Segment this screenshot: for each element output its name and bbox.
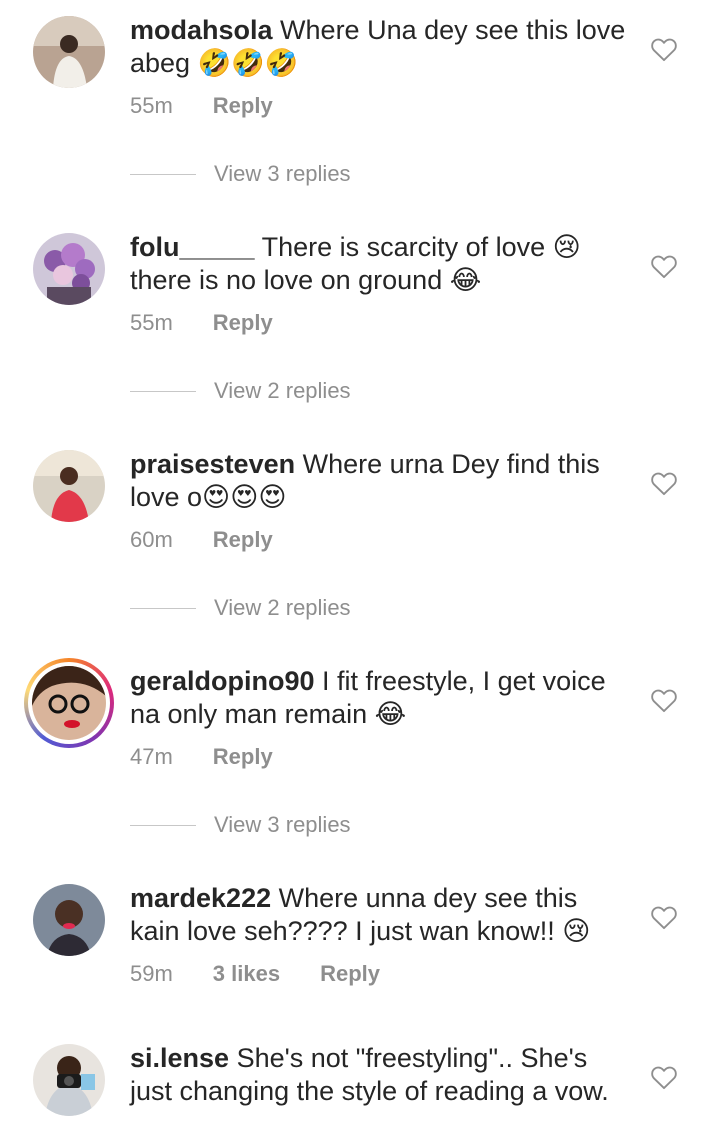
view-replies-label: View 3 replies <box>214 812 351 837</box>
reply-button[interactable]: Reply <box>213 93 273 119</box>
comment-time: 59m <box>130 961 173 986</box>
view-replies-button[interactable]: View 3 replies <box>130 161 351 187</box>
heart-outline-icon[interactable] <box>650 904 678 930</box>
view-replies-button[interactable]: View 2 replies <box>130 595 351 621</box>
view-replies-button[interactable]: View 3 replies <box>130 812 351 838</box>
comment-username[interactable]: mardek222 <box>130 883 271 913</box>
heart-outline-icon[interactable] <box>650 470 678 496</box>
comment-username[interactable]: praisesteven <box>130 449 295 479</box>
reply-button[interactable]: Reply <box>213 744 273 770</box>
divider <box>130 390 196 392</box>
avatar[interactable] <box>33 16 105 88</box>
divider <box>130 607 196 609</box>
divider <box>130 173 196 175</box>
heart-outline-icon[interactable] <box>650 687 678 713</box>
view-replies-label: View 2 replies <box>214 595 351 620</box>
comment-username[interactable]: modahsola <box>130 15 273 45</box>
story-ring-avatar[interactable] <box>24 658 114 748</box>
avatar[interactable] <box>33 884 105 956</box>
comment-username[interactable]: si.lense <box>130 1043 229 1073</box>
heart-outline-icon[interactable] <box>650 36 678 62</box>
avatar[interactable] <box>33 233 105 305</box>
avatar[interactable] <box>33 1044 105 1116</box>
view-replies-button[interactable]: View 2 replies <box>130 378 351 404</box>
heart-outline-icon[interactable] <box>650 253 678 279</box>
comment-time: 60m <box>130 527 173 552</box>
comment-time: 55m <box>130 93 173 118</box>
reply-button[interactable]: Reply <box>320 961 380 987</box>
divider <box>130 824 196 826</box>
avatar[interactable] <box>33 450 105 522</box>
heart-outline-icon[interactable] <box>650 1064 678 1090</box>
comment-username[interactable]: folu_____ <box>130 232 255 262</box>
reply-button[interactable]: Reply <box>213 527 273 553</box>
view-replies-label: View 3 replies <box>214 161 351 186</box>
reply-button[interactable]: Reply <box>213 310 273 336</box>
view-replies-label: View 2 replies <box>214 378 351 403</box>
comment-time: 47m <box>130 744 173 769</box>
comment-time: 55m <box>130 310 173 335</box>
likes-count[interactable]: 3 likes <box>213 961 280 987</box>
comment-username[interactable]: geraldopino90 <box>130 666 315 696</box>
